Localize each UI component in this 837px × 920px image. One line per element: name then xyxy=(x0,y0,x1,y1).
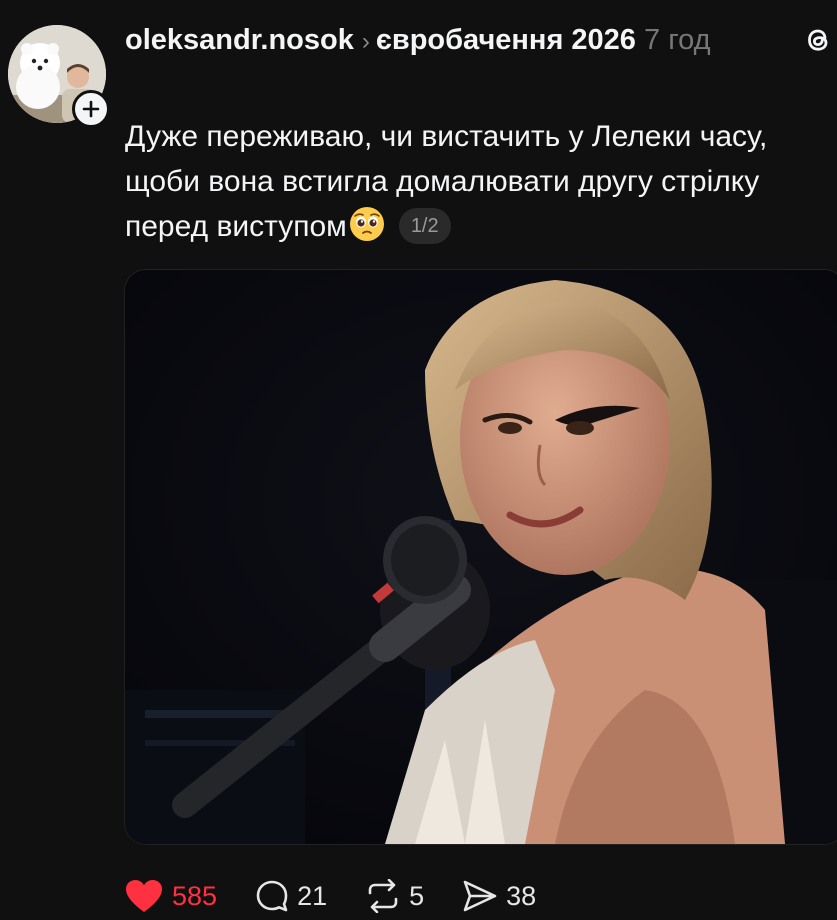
repost-count: 5 xyxy=(409,880,425,911)
username-link[interactable]: oleksandr.nosok xyxy=(125,24,354,56)
share-count: 38 xyxy=(506,880,537,911)
action-bar: 585 21 5 38 xyxy=(124,872,574,920)
follow-button[interactable] xyxy=(72,90,110,128)
send-icon xyxy=(463,880,497,912)
comment-bubble-icon xyxy=(256,880,288,912)
like-button[interactable]: 585 xyxy=(124,878,217,914)
media-counter-badge: 1/2 xyxy=(398,208,451,244)
share-button[interactable]: 38 xyxy=(462,879,536,913)
comment-button[interactable]: 21 xyxy=(255,879,327,913)
post-body: Дуже переживаю, чи вистачить у Лелеки ча… xyxy=(125,114,830,249)
post-timestamp: 7 год xyxy=(644,24,711,56)
post-media-image[interactable] xyxy=(124,269,837,845)
singer-photo xyxy=(125,270,837,844)
pleading-face-emoji xyxy=(349,207,384,241)
comment-count: 21 xyxy=(297,880,328,911)
plus-icon xyxy=(82,100,100,118)
repost-button[interactable]: 5 xyxy=(365,879,424,913)
topic-tag-link[interactable]: євробачення 2026 xyxy=(376,24,636,56)
repost-icon xyxy=(368,879,398,913)
like-count: 585 xyxy=(172,880,218,911)
threads-logo-icon[interactable] xyxy=(800,22,836,58)
chevron-right-icon: › xyxy=(361,28,370,55)
post-header: oleksandr.nosok › євробачення 2026 7 год xyxy=(125,18,775,64)
heart-icon xyxy=(126,880,162,912)
